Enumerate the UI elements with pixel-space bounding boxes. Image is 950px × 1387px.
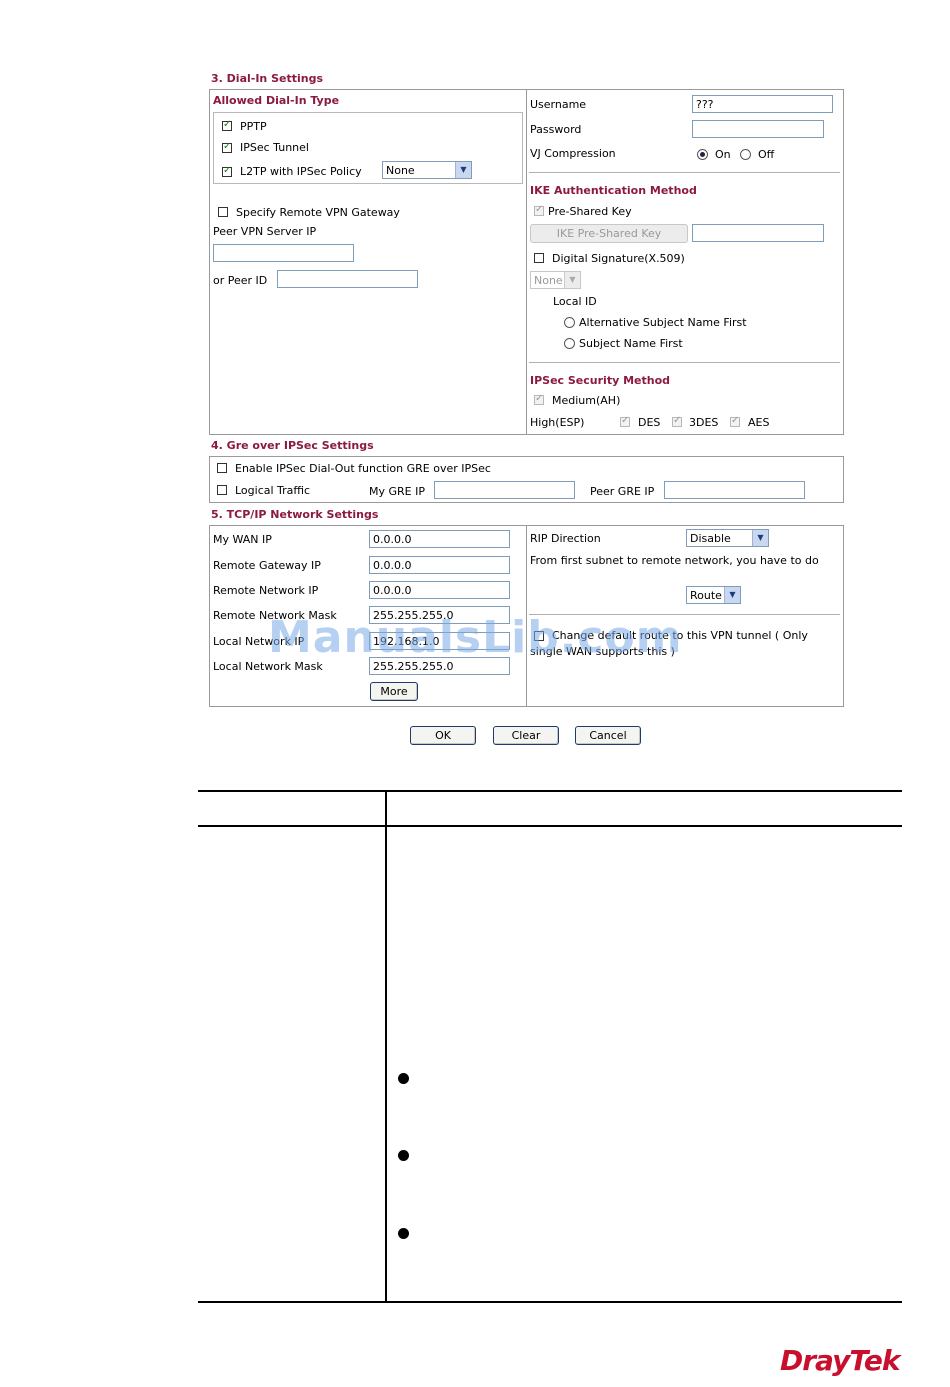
aes-checkbox[interactable] [730, 415, 740, 427]
peer-vpn-ip-label: Peer VPN Server IP [213, 225, 317, 238]
medium-ah-label: Medium(AH) [552, 394, 621, 407]
bullet-icon [398, 1073, 409, 1084]
ipsec-security-title: IPSec Security Method [530, 374, 671, 387]
remote-network-ip-label: Remote Network IP [213, 584, 319, 597]
table-top-rule [198, 790, 902, 792]
peer-id-input[interactable] [277, 270, 418, 288]
chevron-down-icon: ▼ [724, 587, 740, 603]
l2tp-label: L2TP with IPSec Policy [240, 165, 362, 178]
remote-gateway-ip-label: Remote Gateway IP [213, 559, 321, 572]
password-label: Password [530, 123, 582, 136]
vj-off-label: Off [758, 148, 775, 161]
chevron-down-icon: ▼ [455, 162, 471, 178]
more-button[interactable]: More [370, 682, 418, 701]
digital-sig-label: Digital Signature(X.509) [552, 252, 685, 265]
logical-traffic-checkbox[interactable] [217, 485, 227, 495]
peer-vpn-ip-input[interactable] [213, 244, 354, 262]
username-label: Username [530, 98, 587, 111]
ike-auth-title: IKE Authentication Method [530, 184, 697, 197]
separator [529, 362, 840, 363]
cancel-button[interactable]: Cancel [575, 726, 641, 745]
route-select[interactable]: Route ▼ [686, 586, 741, 604]
password-input[interactable] [692, 120, 824, 138]
l2tp-policy-select[interactable]: None ▼ [382, 161, 472, 179]
subnet-text: From first subnet to remote network, you… [530, 554, 819, 567]
draytek-logo: DrayTek [780, 1344, 900, 1377]
local-id-label: Local ID [553, 295, 597, 308]
medium-ah-checkbox[interactable] [534, 393, 544, 405]
specify-remote-checkbox[interactable] [218, 207, 228, 217]
my-gre-ip-input[interactable] [434, 481, 575, 499]
rip-direction-value: Disable [690, 532, 731, 545]
3des-checkbox[interactable] [672, 415, 682, 427]
des-label: DES [638, 416, 661, 429]
dialin-section-title: 3. Dial-In Settings [211, 72, 323, 85]
peer-gre-ip-label: Peer GRE IP [590, 485, 655, 498]
pptp-label: PPTP [240, 120, 267, 133]
digital-sig-select[interactable]: None ▼ [530, 271, 581, 289]
pptp-checkbox[interactable] [222, 119, 232, 131]
chevron-down-icon: ▼ [752, 530, 768, 546]
specify-remote-label: Specify Remote VPN Gateway [236, 206, 400, 219]
vj-on-radio[interactable] [697, 149, 708, 160]
l2tp-policy-value: None [386, 164, 415, 177]
my-gre-ip-label: My GRE IP [369, 485, 425, 498]
logical-traffic-label: Logical Traffic [235, 484, 311, 497]
ike-psk-input[interactable] [692, 224, 824, 242]
enable-gre-label: Enable IPSec Dial-Out function GRE over … [235, 462, 491, 475]
3des-label: 3DES [689, 416, 719, 429]
tcpip-section-title: 5. TCP/IP Network Settings [211, 508, 379, 521]
table-column-divider [385, 790, 387, 1303]
des-checkbox[interactable] [620, 415, 630, 427]
my-wan-ip-input[interactable]: 0.0.0.0 [369, 530, 510, 548]
pre-shared-checkbox[interactable] [534, 204, 544, 216]
bullet-icon [398, 1228, 409, 1239]
subject-name-radio[interactable] [564, 338, 575, 349]
watermark: ManualsLib.com [268, 612, 683, 663]
ike-psk-button[interactable]: IKE Pre-Shared Key [530, 224, 688, 243]
remote-gateway-ip-input[interactable]: 0.0.0.0 [369, 556, 510, 574]
dialin-divider [526, 89, 527, 435]
subject-name-label: Subject Name First [579, 337, 683, 350]
digital-sig-checkbox[interactable] [534, 253, 544, 263]
high-esp-label: High(ESP) [530, 416, 585, 429]
ipsec-tunnel-checkbox[interactable] [222, 141, 232, 153]
alt-subject-label: Alternative Subject Name First [579, 316, 747, 329]
digital-sig-select-value: None [534, 274, 563, 287]
clear-button[interactable]: Clear [493, 726, 559, 745]
route-value: Route [690, 589, 722, 602]
enable-gre-checkbox[interactable] [217, 463, 227, 473]
bullet-icon [398, 1150, 409, 1161]
peer-id-label: or Peer ID [213, 274, 268, 287]
allowed-dialin-title: Allowed Dial-In Type [213, 94, 340, 107]
chevron-down-icon: ▼ [564, 272, 580, 288]
my-wan-ip-label: My WAN IP [213, 533, 272, 546]
gre-section-title: 4. Gre over IPSec Settings [211, 439, 374, 452]
username-input[interactable]: ??? [692, 95, 833, 113]
pre-shared-label: Pre-Shared Key [548, 205, 632, 218]
ipsec-tunnel-label: IPSec Tunnel [240, 141, 309, 154]
separator [529, 172, 840, 173]
aes-label: AES [748, 416, 770, 429]
vj-off-radio[interactable] [740, 149, 751, 160]
vj-on-label: On [715, 148, 731, 161]
rip-direction-label: RIP Direction [530, 532, 601, 545]
remote-network-ip-input[interactable]: 0.0.0.0 [369, 581, 510, 599]
alt-subject-radio[interactable] [564, 317, 575, 328]
table-header-rule [198, 825, 902, 827]
ok-button[interactable]: OK [410, 726, 476, 745]
l2tp-checkbox[interactable] [222, 165, 232, 177]
table-bottom-rule [198, 1301, 902, 1303]
vj-compression-label: VJ Compression [530, 147, 616, 160]
rip-direction-select[interactable]: Disable ▼ [686, 529, 769, 547]
peer-gre-ip-input[interactable] [664, 481, 805, 499]
